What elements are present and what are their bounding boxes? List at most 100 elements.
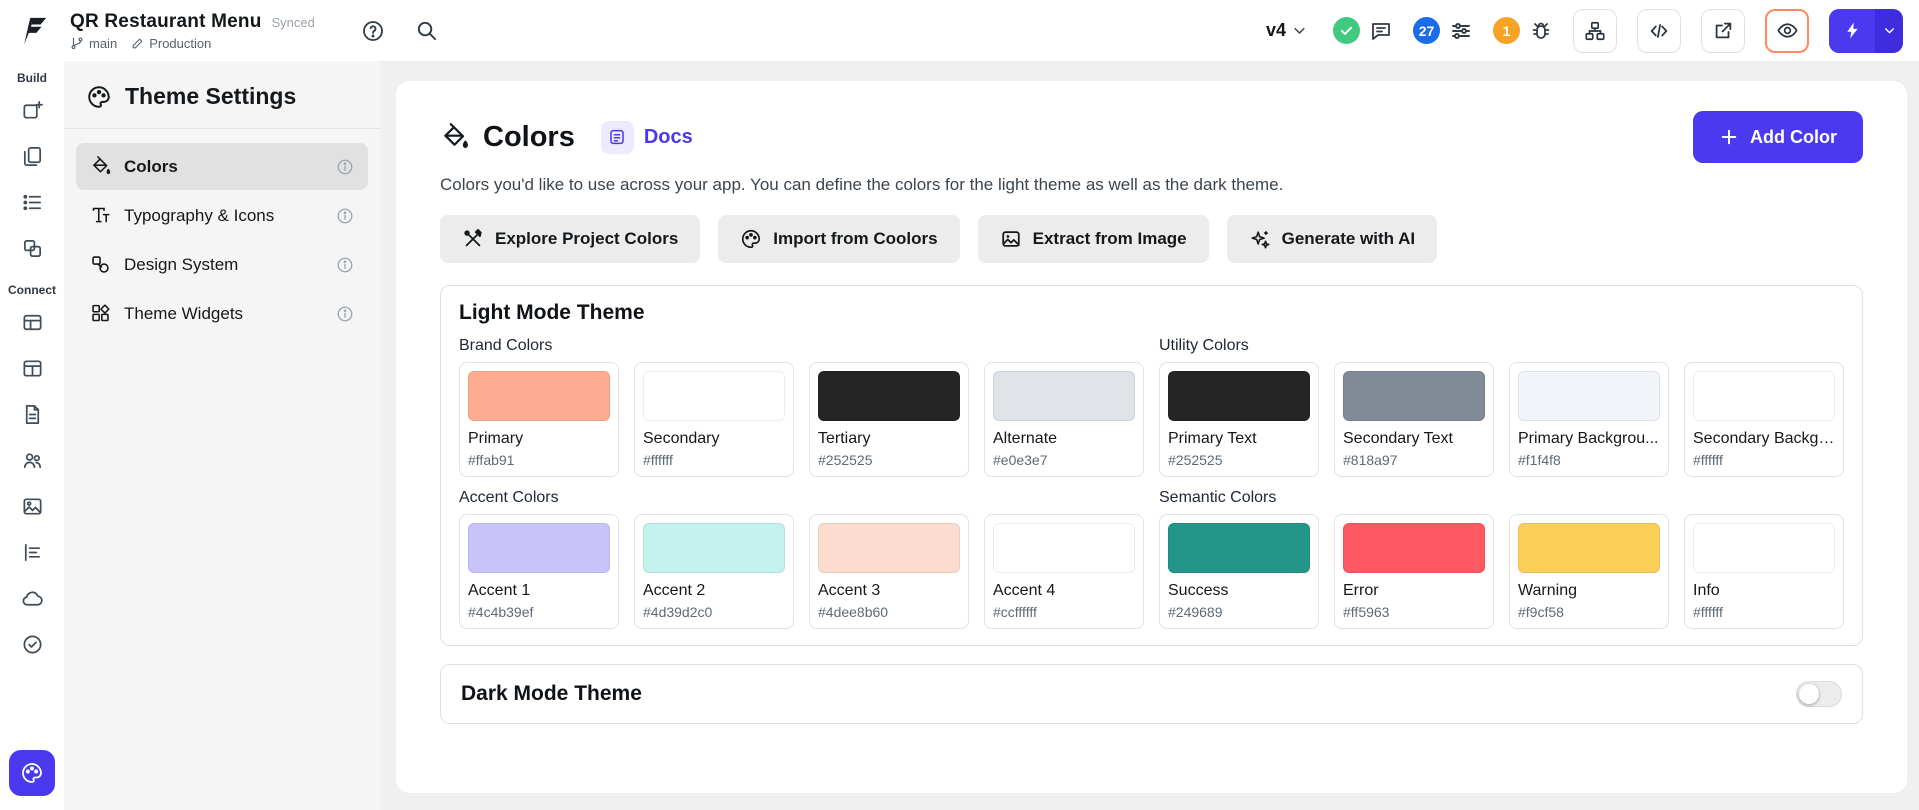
brand-colors-group: Brand Colors Primary #ffab91 Secondary [459,337,1144,477]
flutterflow-logo[interactable] [14,11,54,51]
import-from-coolors-button[interactable]: Import from Coolors [718,215,959,263]
rail-connect-label: Connect [8,283,56,297]
info-icon[interactable] [336,256,354,274]
widget-tree-button[interactable] [1573,9,1617,53]
run-count-badge[interactable]: 27 [1413,17,1440,44]
colors-description: Colors you'd like to use across your app… [440,175,1863,195]
color-name: Accent 3 [818,582,960,600]
tools-icon [462,228,484,250]
info-icon[interactable] [336,305,354,323]
color-name: Alternate [993,430,1135,448]
color-name: Secondary Text [1343,430,1485,448]
database-icon[interactable] [12,302,52,342]
color-swatch [1518,523,1660,573]
preview-button[interactable] [1765,9,1809,53]
sidebar-item-colors[interactable]: Colors [76,143,368,190]
typography-icon [90,205,111,226]
cloud-icon[interactable] [12,578,52,618]
help-button[interactable] [361,19,385,43]
code-view-button[interactable] [1637,9,1681,53]
colors-panel: Colors Docs Add Color [396,81,1907,793]
search-button[interactable] [415,19,438,42]
color-card-accent1[interactable]: Accent 1 #4c4b39ef [459,514,619,629]
color-name: Primary [468,430,610,448]
color-name: Info [1693,582,1835,600]
sidebar-item-label: Typography & Icons [124,206,274,226]
issue-count-badge[interactable]: 1 [1493,17,1520,44]
media-icon[interactable] [12,486,52,526]
theme-settings-active-button[interactable] [9,750,55,796]
light-mode-title: Light Mode Theme [459,301,1844,325]
sidebar-item-label: Design System [124,255,238,275]
run-options-chevron[interactable] [1875,9,1903,53]
color-card-error[interactable]: Error #ff5963 [1334,514,1494,629]
version-dropdown[interactable]: v4 [1260,16,1313,45]
open-app-button[interactable] [1701,9,1745,53]
run-button[interactable] [1829,9,1903,53]
color-swatch [643,523,785,573]
components-icon[interactable] [12,228,52,268]
add-color-button[interactable]: Add Color [1693,111,1863,163]
group-title: Brand Colors [459,337,1144,355]
comments-button[interactable] [1369,19,1393,43]
color-swatch [993,371,1135,421]
color-card-secondary-background[interactable]: Secondary Backgr... #ffffff [1684,362,1844,477]
file-icon[interactable] [12,394,52,434]
color-hex: #249689 [1168,604,1310,620]
action-label: Extract from Image [1033,229,1187,249]
check-circle-icon[interactable] [12,624,52,664]
branch-selector[interactable]: main [70,36,117,51]
align-left-icon[interactable] [12,532,52,572]
dark-mode-toggle[interactable] [1796,681,1842,707]
color-name: Secondary Backgr... [1693,430,1835,448]
color-card-success[interactable]: Success #249689 [1159,514,1319,629]
app-window: QR Restaurant Menu Synced main Pr [0,0,1919,810]
extract-from-image-button[interactable]: Extract from Image [978,215,1209,263]
list-icon[interactable] [12,182,52,222]
layout-icon[interactable] [12,348,52,388]
environment-selector[interactable]: Production [131,36,211,51]
branch-label: main [89,36,117,51]
add-widget-icon[interactable] [12,90,52,130]
docs-link[interactable]: Docs [601,121,693,154]
debug-button[interactable] [1529,19,1553,43]
top-bar: QR Restaurant Menu Synced main Pr [0,0,1919,61]
docs-icon [601,121,634,154]
sidebar-item-typography[interactable]: Typography & Icons [76,192,368,239]
color-card-primary-background[interactable]: Primary Backgrou... #f1f4f8 [1509,362,1669,477]
color-card-accent2[interactable]: Accent 2 #4d39d2c0 [634,514,794,629]
group-title: Accent Colors [459,489,1144,507]
color-card-secondary[interactable]: Secondary #ffffff [634,362,794,477]
color-card-accent3[interactable]: Accent 3 #4dee8b60 [809,514,969,629]
info-icon[interactable] [336,158,354,176]
color-hex: #ffab91 [468,452,610,468]
explore-project-colors-button[interactable]: Explore Project Colors [440,215,700,263]
color-swatch [818,523,960,573]
color-swatch [468,523,610,573]
color-swatch [1693,523,1835,573]
generate-with-ai-button[interactable]: Generate with AI [1227,215,1438,263]
color-card-secondary-text[interactable]: Secondary Text #818a97 [1334,362,1494,477]
synced-label: Synced [272,15,315,30]
color-card-primary[interactable]: Primary #ffab91 [459,362,619,477]
version-label: v4 [1266,20,1286,41]
color-swatch [468,371,610,421]
action-label: Generate with AI [1282,229,1416,249]
color-card-tertiary[interactable]: Tertiary #252525 [809,362,969,477]
shapes-icon [90,254,111,275]
pages-icon[interactable] [12,136,52,176]
color-card-primary-text[interactable]: Primary Text #252525 [1159,362,1319,477]
sidebar-item-theme-widgets[interactable]: Theme Widgets [76,290,368,337]
page-title: Colors [483,121,575,154]
sidebar-item-design-system[interactable]: Design System [76,241,368,288]
color-name: Accent 4 [993,582,1135,600]
color-card-accent4[interactable]: Accent 4 #ccffffff [984,514,1144,629]
info-icon[interactable] [336,207,354,225]
users-icon[interactable] [12,440,52,480]
color-card-warning[interactable]: Warning #f9cf58 [1509,514,1669,629]
color-card-info[interactable]: Info #ffffff [1684,514,1844,629]
color-hex: #e0e3e7 [993,452,1135,468]
automations-button[interactable] [1449,19,1473,43]
color-hex: #ffffff [643,452,785,468]
color-card-alternate[interactable]: Alternate #e0e3e7 [984,362,1144,477]
